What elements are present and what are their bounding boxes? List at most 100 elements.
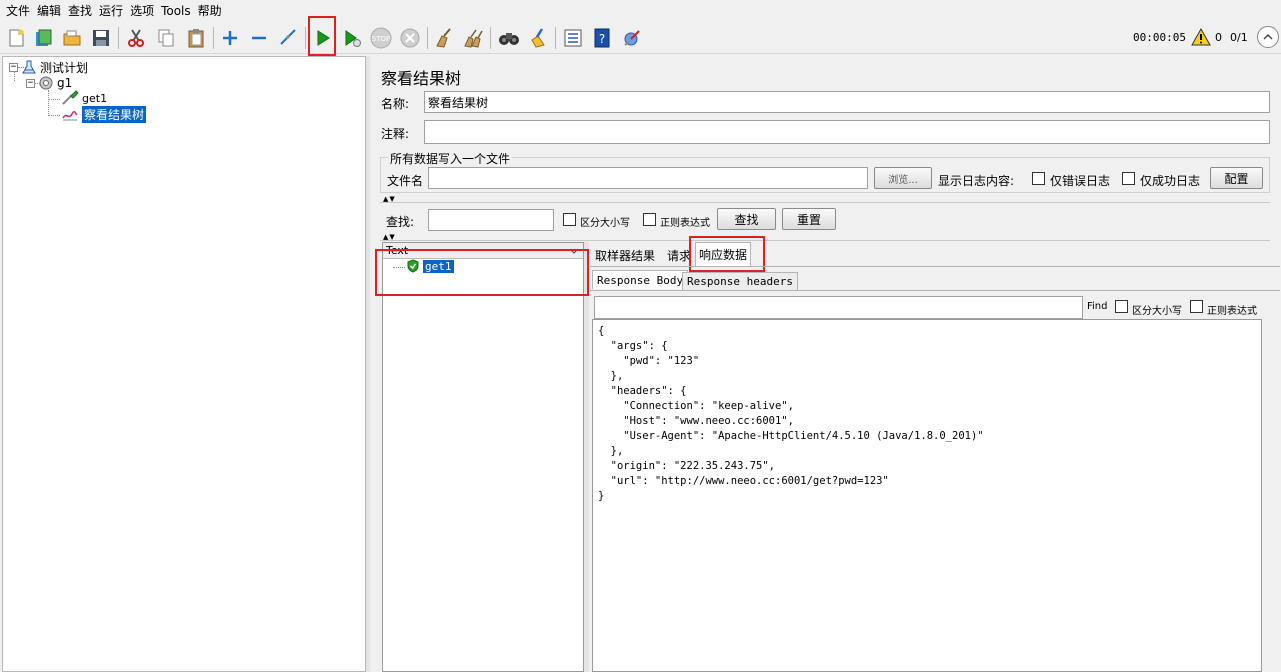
toolbar-separator — [555, 27, 556, 49]
tree-node-listener[interactable]: 察看结果树 — [61, 105, 147, 123]
case-sensitive-label: 区分大小写 — [580, 218, 630, 229]
collapse-toggle[interactable]: − — [26, 78, 35, 88]
test-plan-tree: − 测试计划 − g1 get1 察看结果树 — [2, 56, 366, 672]
reset-search-icon[interactable] — [526, 26, 550, 50]
result-item-label: get1 — [423, 259, 454, 273]
open-icon[interactable] — [60, 26, 84, 50]
find-case-checkbox[interactable] — [1115, 300, 1128, 313]
find-case-label: 区分大小写 — [1132, 306, 1182, 317]
case-sensitive-checkbox[interactable] — [563, 213, 576, 226]
start-icon[interactable] — [311, 26, 335, 50]
comment-field[interactable] — [424, 120, 1270, 144]
file-group-title: 所有数据写入一个文件 — [388, 150, 513, 167]
errors-only-checkbox[interactable] — [1032, 172, 1045, 185]
menu-help[interactable]: 帮助 — [196, 0, 227, 22]
menu-run[interactable]: 运行 — [97, 0, 128, 22]
filename-field[interactable] — [428, 167, 868, 189]
toolbar-separator — [118, 27, 119, 49]
shutdown-icon[interactable] — [398, 26, 422, 50]
tree-node-label: g1 — [57, 76, 73, 90]
stop-label: STOP — [372, 35, 390, 43]
search-icon[interactable] — [497, 26, 521, 50]
reset-button[interactable]: 重置 — [782, 208, 836, 230]
filename-label: 文件名 — [387, 174, 424, 188]
clear-icon[interactable] — [432, 26, 456, 50]
search-button[interactable]: 查找 — [717, 208, 776, 230]
toolbar-separator — [305, 27, 306, 49]
menu-edit[interactable]: 编辑 — [35, 0, 66, 22]
tree-node-thread-group[interactable]: − g1 — [26, 75, 72, 91]
regex-checkbox[interactable] — [643, 213, 656, 226]
tree-node-label: 察看结果树 — [82, 105, 147, 123]
configure-button[interactable]: 配置 — [1210, 167, 1263, 189]
find-regex-checkbox[interactable] — [1190, 300, 1203, 313]
renderer-dropdown[interactable]: Text — [383, 243, 583, 259]
tab-response-data[interactable]: 响应数据 — [695, 242, 752, 266]
name-label: 名称: — [381, 97, 410, 111]
paste-icon[interactable] — [184, 26, 208, 50]
result-item-get1[interactable]: get1 — [406, 259, 454, 273]
toggle-icon[interactable] — [276, 26, 300, 50]
remote-start-icon[interactable] — [620, 26, 644, 50]
menu-tools[interactable]: Tools — [159, 0, 196, 22]
cut-icon[interactable] — [124, 26, 148, 50]
save-icon[interactable] — [89, 26, 113, 50]
collapse-toggle[interactable]: − — [9, 62, 18, 72]
find-label: Find — [1087, 301, 1108, 312]
browse-button[interactable]: 浏览... — [874, 167, 932, 189]
warning-icon — [1191, 28, 1211, 46]
log-viewer-button[interactable] — [1257, 26, 1279, 48]
errors-only-label: 仅错误日志 — [1050, 174, 1111, 188]
search-field[interactable] — [428, 209, 554, 231]
tab-sampler-result[interactable]: 取样器结果 — [592, 244, 658, 266]
tree-node-test-plan[interactable]: − 测试计划 — [9, 59, 88, 75]
elapsed-timer: 00:00:05 — [1133, 31, 1186, 44]
log-content-label: 显示日志内容: — [938, 174, 1015, 188]
collapse-icon[interactable] — [247, 26, 271, 50]
search-label: 查找: — [386, 215, 415, 229]
menu-file[interactable]: 文件 — [4, 0, 35, 22]
expand-icon[interactable] — [218, 26, 242, 50]
response-body-text: { "args": { "pwd": "123" }, "headers": {… — [598, 325, 984, 502]
regex-label: 正则表达式 — [660, 218, 710, 229]
copy-icon[interactable] — [154, 26, 178, 50]
sample-result-list: Text get1 — [382, 242, 584, 672]
new-icon[interactable] — [4, 26, 28, 50]
result-splitter[interactable] — [584, 242, 589, 672]
toolbar-separator — [213, 27, 214, 49]
tree-node-sampler[interactable]: get1 — [61, 90, 107, 106]
menu-search[interactable]: 查找 — [66, 0, 97, 22]
name-field[interactable] — [424, 91, 1270, 113]
subtab-response-headers[interactable]: Response headers — [682, 272, 798, 291]
sampler-pipette-icon — [62, 90, 79, 105]
toolbar-separator — [427, 27, 428, 49]
function-helper-icon[interactable] — [561, 26, 585, 50]
warning-count: 0 — [1215, 30, 1222, 44]
toolbar: STOP ? — [0, 16, 1281, 56]
templates-icon[interactable] — [31, 26, 55, 50]
renderer-value: Text — [386, 244, 409, 257]
success-shield-icon — [407, 259, 419, 273]
tree-node-label: 测试计划 — [40, 60, 89, 75]
menu-bar: 文件 编辑 查找 运行 选项 Tools 帮助 — [0, 0, 1281, 22]
subtab-response-body[interactable]: Response Body — [592, 270, 689, 289]
success-only-checkbox[interactable] — [1122, 172, 1135, 185]
stop-icon[interactable]: STOP — [369, 26, 393, 50]
warning-indicator[interactable]: 0 — [1191, 28, 1222, 46]
comment-label: 注释: — [381, 127, 410, 141]
gear-icon — [39, 76, 53, 90]
toolbar-separator — [490, 27, 491, 49]
tree-node-label: get1 — [82, 91, 108, 105]
panel-title: 察看结果树 — [381, 69, 462, 88]
start-no-pauses-icon[interactable] — [340, 26, 364, 50]
tab-request[interactable]: 请求 — [664, 244, 694, 266]
test-plan-icon — [22, 60, 36, 74]
menu-options[interactable]: 选项 — [128, 0, 159, 22]
response-body-viewer[interactable]: { "args": { "pwd": "123" }, "headers": {… — [592, 319, 1262, 672]
help-icon[interactable]: ? — [590, 26, 614, 50]
find-field[interactable] — [594, 296, 1083, 319]
success-only-label: 仅成功日志 — [1140, 174, 1201, 188]
clear-all-icon[interactable] — [461, 26, 485, 50]
chevron-down-icon — [569, 248, 579, 254]
find-regex-label: 正则表达式 — [1207, 306, 1257, 317]
